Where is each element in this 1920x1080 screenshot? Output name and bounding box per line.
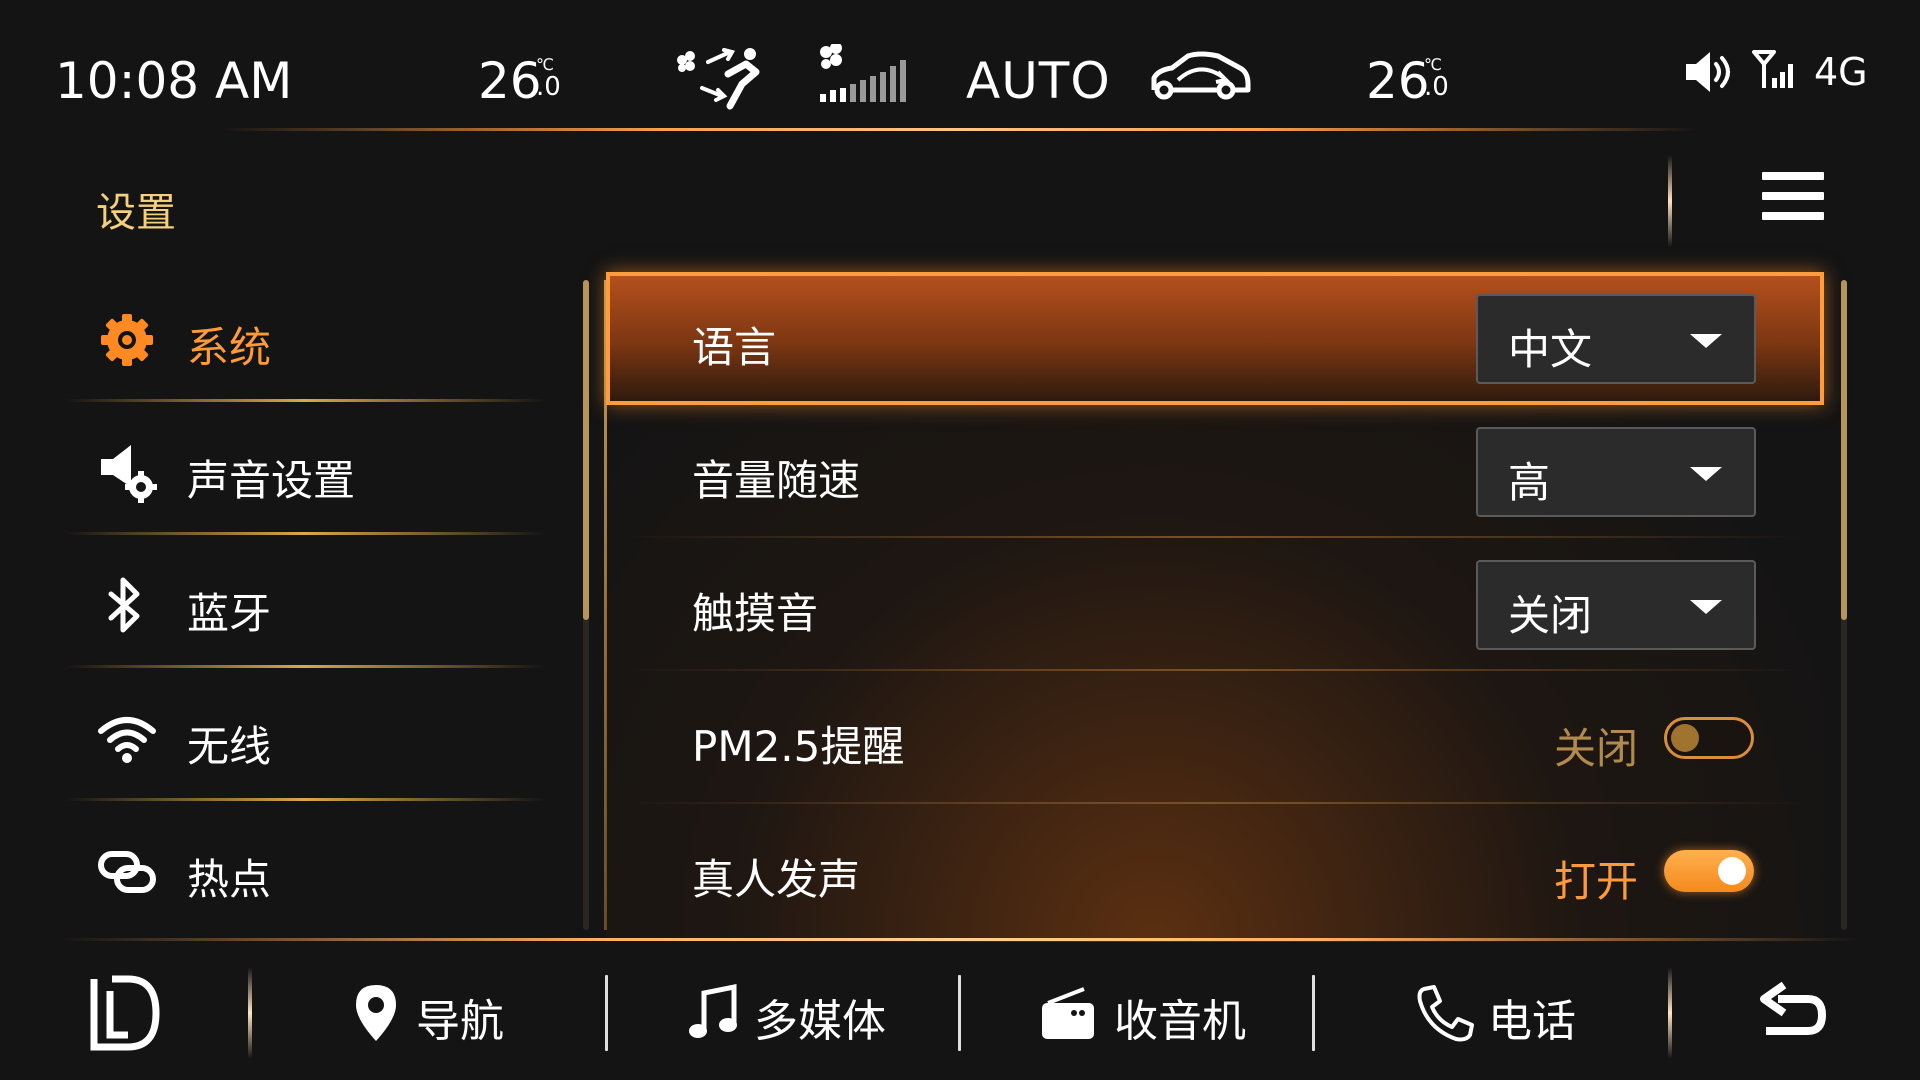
- human-voice-toggle[interactable]: [1664, 850, 1754, 892]
- temp-left-decimal: .0: [536, 72, 561, 102]
- sidebar-item-label: 系统: [187, 323, 272, 372]
- setting-label: 触摸音: [692, 589, 819, 638]
- fan-speed-icon[interactable]: [816, 44, 916, 104]
- nav-divider: [958, 975, 961, 1051]
- temp-right-decimal: .0: [1424, 72, 1449, 102]
- nav-divider: [1312, 975, 1315, 1051]
- chevron-down-icon: [1690, 600, 1722, 614]
- nav-divider: [605, 975, 608, 1051]
- airflow-icon[interactable]: [668, 44, 768, 114]
- temp-right[interactable]: 26 ℃ .0: [1366, 52, 1449, 110]
- temp-right-value: 26: [1366, 52, 1430, 110]
- nav-label: 收音机: [1114, 996, 1246, 1047]
- nav-item-multimedia[interactable]: 多媒体: [688, 945, 888, 1080]
- sidebar-item-label: 热点: [187, 855, 272, 904]
- signal-icon: [1752, 50, 1793, 88]
- sidebar-item-bluetooth[interactable]: 蓝牙: [55, 538, 555, 668]
- temp-left[interactable]: 26 ℃ .0: [478, 52, 561, 110]
- temp-left-value: 26: [478, 52, 542, 110]
- setting-label: 语言: [692, 323, 777, 372]
- toggle-state-text: 打开: [1554, 857, 1639, 906]
- setting-label: 音量随速: [692, 456, 861, 505]
- sidebar-item-hotspot[interactable]: 热点: [55, 804, 555, 934]
- setting-label: 真人发声: [692, 855, 861, 904]
- bottom-divider: [60, 938, 1860, 941]
- back-arrow-icon[interactable]: [1758, 981, 1828, 1041]
- content-scrollbar[interactable]: [1841, 280, 1847, 930]
- nav-label: 电话: [1488, 996, 1576, 1047]
- sidebar-item-system[interactable]: 系统: [55, 272, 555, 402]
- bluetooth-icon: [108, 577, 140, 633]
- dropdown-value: 中文: [1508, 325, 1593, 374]
- sidebar-item-label: 无线: [187, 722, 272, 771]
- nav-divider: [1668, 967, 1672, 1059]
- sidebar-item-label: 声音设置: [187, 456, 356, 505]
- hotspot-link-icon: [98, 851, 156, 893]
- speaker-settings-icon: [101, 445, 157, 503]
- setting-label: PM2.5提醒: [692, 722, 905, 771]
- nav-label: 多媒体: [754, 996, 886, 1047]
- wifi-icon: [98, 717, 156, 763]
- radio-icon: [1042, 987, 1094, 1039]
- location-pin-icon: [356, 985, 396, 1041]
- dropdown-value: 高: [1508, 458, 1551, 507]
- setting-row-touch-sound[interactable]: 触摸音 关闭: [606, 538, 1824, 671]
- setting-row-language[interactable]: 语言 中文: [606, 272, 1824, 405]
- sidebar-scrollbar[interactable]: [583, 280, 589, 930]
- ac-auto-mode[interactable]: AUTO: [966, 52, 1111, 110]
- nav-divider: [248, 967, 252, 1059]
- sidebar-item-label: 蓝牙: [187, 589, 272, 638]
- settings-panel: 语言 中文 音量随速 高 触摸音 关闭 PM2.5提醒 关闭 真人发声 打开: [606, 272, 1824, 942]
- nav-item-navigation[interactable]: 导航: [350, 945, 530, 1080]
- divider: [65, 532, 545, 535]
- car-recirculation-icon[interactable]: [1148, 50, 1252, 102]
- clock: 10:08 AM: [55, 52, 293, 110]
- divider: [65, 665, 545, 668]
- nav-item-phone[interactable]: 电话: [1416, 945, 1586, 1080]
- phone-icon: [1417, 985, 1474, 1042]
- music-note-icon: [689, 983, 737, 1038]
- brand-logo-icon[interactable]: [88, 975, 160, 1051]
- status-bar: 10:08 AM 26 ℃ .0 AUTO 26 ℃ .0 4G: [0, 0, 1920, 130]
- sidebar-item-sound-settings[interactable]: 声音设置: [55, 405, 555, 535]
- nav-item-radio[interactable]: 收音机: [1040, 945, 1246, 1080]
- pm25-alert-toggle[interactable]: [1664, 717, 1754, 759]
- top-divider: [220, 128, 1700, 131]
- network-type: 4G: [1814, 50, 1868, 94]
- divider: [65, 798, 545, 801]
- gear-icon: [101, 314, 153, 366]
- volume-icon[interactable]: [1684, 50, 1736, 94]
- divider: [65, 399, 545, 402]
- bottom-nav: 导航 多媒体 收音机 电话: [0, 945, 1920, 1080]
- toggle-state-text: 关闭: [1554, 724, 1639, 773]
- language-dropdown[interactable]: 中文: [1476, 294, 1756, 384]
- sidebar-item-wireless[interactable]: 无线: [55, 671, 555, 801]
- sidebar: 系统 声音设置 蓝牙 无线 热点: [55, 272, 555, 942]
- speed-volume-dropdown[interactable]: 高: [1476, 427, 1756, 517]
- nav-label: 导航: [416, 996, 504, 1047]
- chevron-down-icon: [1690, 334, 1722, 348]
- touch-sound-dropdown[interactable]: 关闭: [1476, 560, 1756, 650]
- setting-row-speed-volume[interactable]: 音量随速 高: [606, 405, 1824, 538]
- setting-row-pm25-alert[interactable]: PM2.5提醒 关闭: [606, 671, 1824, 804]
- header-divider: [1668, 155, 1672, 247]
- setting-row-human-voice[interactable]: 真人发声 打开: [606, 804, 1824, 937]
- chevron-down-icon: [1690, 467, 1722, 481]
- page-title: 设置: [96, 190, 176, 236]
- dropdown-value: 关闭: [1508, 591, 1593, 640]
- hamburger-menu-icon[interactable]: [1762, 172, 1824, 228]
